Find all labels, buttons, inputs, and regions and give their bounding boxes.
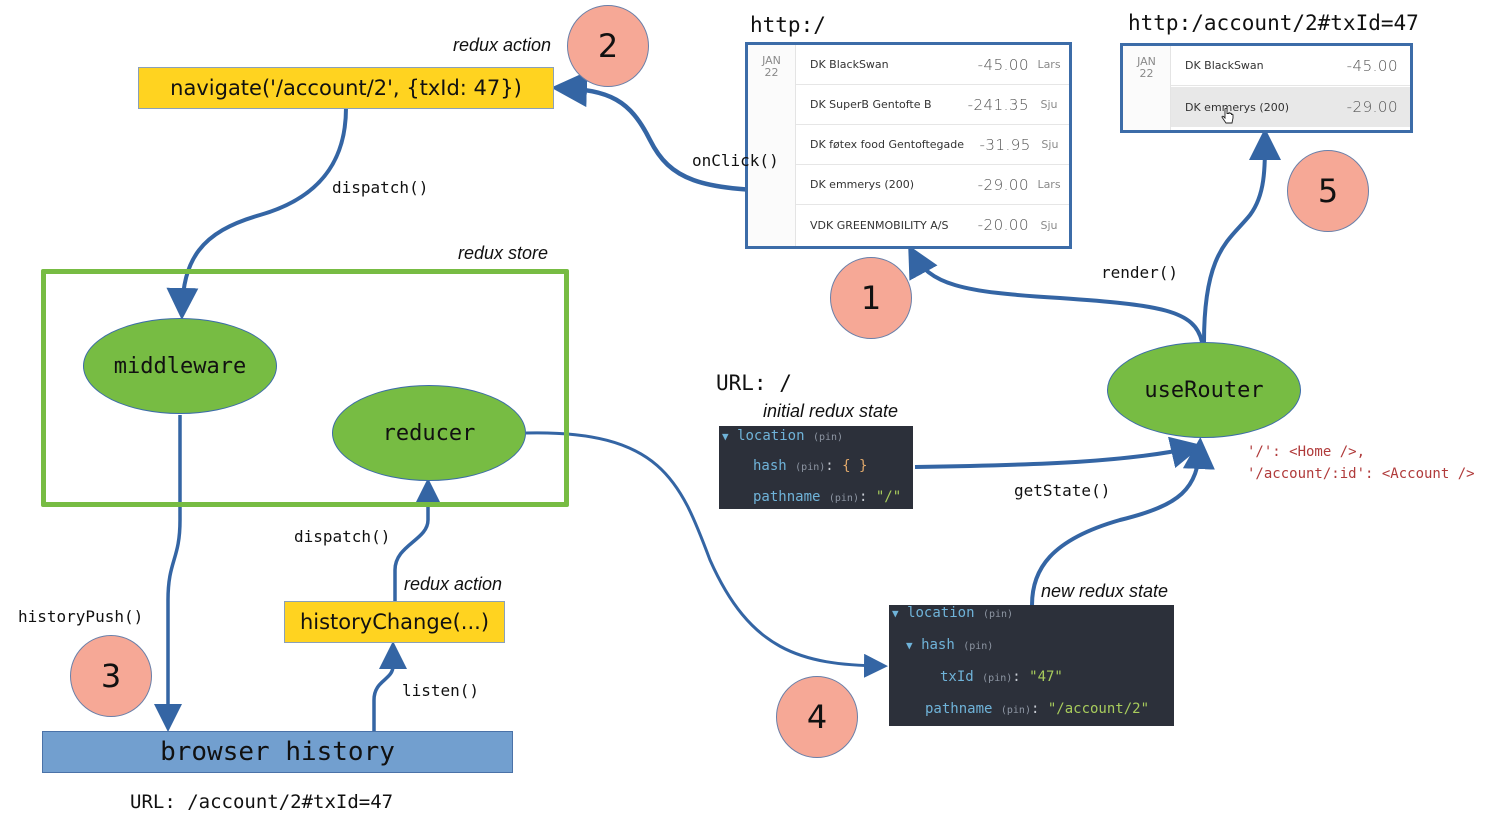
transaction-row[interactable]: DK føtex food Gentoftegade -31.95 Sju (796, 125, 1069, 165)
transaction-amount: -31.95 (979, 135, 1031, 154)
transaction-row[interactable]: DK BlackSwan -45.00 (1171, 46, 1410, 86)
step-badge-1: 1 (830, 257, 912, 339)
transaction-owner: Sju (1040, 98, 1058, 111)
transaction-row[interactable]: DK emmerys (200) -29.00 Lars (796, 165, 1069, 205)
transaction-amount: -29.00 (1346, 98, 1398, 116)
state-row-pathname: pathname (pin): "/" (753, 489, 902, 505)
new-state-block: ▼ location (pin) ▼ hash (pin) txId (pin)… (889, 605, 1174, 726)
transaction-amount: -45.00 (1346, 56, 1398, 75)
history-push-label: historyPush() (18, 607, 144, 626)
arrow-initial-state-to-router (914, 436, 1203, 469)
transaction-row-selected[interactable]: DK emmerys (200) -29.00 (1171, 87, 1410, 127)
transaction-name: DK emmerys (200) (810, 178, 914, 191)
state-row-location[interactable]: ▼ location (pin) (892, 605, 1013, 621)
browser-history-label: browser history (160, 737, 395, 767)
step-badge-3: 3 (70, 635, 152, 717)
expand-triangle-icon[interactable]: ▼ (722, 430, 729, 443)
transaction-name: DK SuperB Gentofte B (810, 98, 932, 111)
reducer-label: reducer (382, 420, 476, 446)
get-state-label: getState() (1014, 481, 1111, 500)
state-row-hash: hash (pin): { } (753, 458, 868, 474)
initial-url: URL: / (716, 371, 792, 395)
transaction-amount: -45.00 (977, 55, 1029, 74)
render-label: render() (1101, 263, 1179, 282)
transaction-amount: -20.00 (977, 216, 1029, 234)
state-row-pathname: pathname (pin): "/account/2" (925, 701, 1150, 717)
onclick-label: onClick() (692, 151, 779, 170)
state-row-hash[interactable]: ▼ hash (pin) (906, 637, 993, 653)
transaction-name: VDK GREENMOBILITY A/S (810, 218, 949, 232)
navigate-action-box: navigate('/account/2', {txId: 47}) (138, 67, 554, 109)
step-badge-4: 4 (776, 676, 858, 758)
transaction-name: DK BlackSwan (810, 58, 889, 71)
expand-triangle-icon[interactable]: ▼ (906, 639, 913, 652)
arrow-render-to-screen-after (1202, 128, 1281, 343)
transaction-row[interactable]: DK BlackSwan -45.00 Lars (796, 45, 1069, 85)
date-column: JAN 22 (1123, 46, 1171, 130)
listen-label: listen() (402, 681, 480, 700)
date-day: 22 (1139, 67, 1154, 80)
route-account: '/account/:id': <Account /> (1247, 466, 1475, 482)
screen-after-url: http:/account/2#txId=47 (1128, 11, 1419, 35)
step-badge-5: 5 (1287, 150, 1369, 232)
initial-state-block: ▼ location (pin) hash (pin): { } pathnam… (719, 426, 913, 509)
arrow-listen (372, 641, 407, 731)
transaction-name: DK BlackSwan (1185, 59, 1264, 72)
transaction-row[interactable]: VDK GREENMOBILITY A/S -20.00 Sju (796, 205, 1069, 245)
navigate-action-caption: redux action (453, 35, 552, 55)
use-router-label: useRouter (1144, 377, 1264, 403)
transaction-name: DK føtex food Gentoftegade (810, 138, 965, 151)
state-row-location[interactable]: ▼ location (pin) (722, 428, 843, 444)
dispatch-top-label: dispatch() (332, 178, 429, 197)
hand-cursor-icon (1221, 108, 1234, 124)
new-state-caption: new redux state (1041, 581, 1169, 601)
transaction-owner: Sju (1040, 218, 1058, 232)
date-column: JAN 22 (748, 45, 796, 246)
dispatch-bottom-label: dispatch() (294, 527, 391, 546)
history-change-caption: redux action (404, 574, 503, 594)
transaction-amount: -241.35 (967, 95, 1029, 114)
initial-state-caption: initial redux state (763, 401, 899, 421)
navigate-action-label: navigate('/account/2', {txId: 47}) (170, 76, 522, 100)
transaction-owner: Lars (1037, 58, 1061, 71)
history-url: URL: /account/2#txId=47 (130, 791, 394, 813)
history-change-label: historyChange(...) (299, 610, 490, 634)
screen-before-panel: JAN 22 DK BlackSwan -45.00 Lars DK Super… (745, 42, 1072, 249)
state-row-txid: txId (pin): "47" (940, 669, 1063, 685)
history-change-action-box: historyChange(...) (284, 601, 505, 643)
transaction-name: DK emmerys (200) (1185, 100, 1289, 114)
browser-history-bar: browser history (42, 731, 513, 773)
route-home: '/': <Home />, (1247, 444, 1366, 460)
screen-before-url: http:/ (750, 13, 826, 37)
use-router-node: useRouter (1107, 342, 1301, 438)
middleware-label: middleware (113, 353, 247, 379)
step-badge-2: 2 (567, 5, 649, 87)
middleware-node: middleware (83, 318, 277, 414)
redux-store-caption: redux store (458, 243, 549, 263)
date-day: 22 (764, 66, 779, 79)
transaction-amount: -29.00 (977, 175, 1029, 194)
screen-after-panel: JAN 22 DK BlackSwan -45.00 DK emmerys (2… (1120, 43, 1413, 133)
transaction-row[interactable]: DK SuperB Gentofte B -241.35 Sju (796, 85, 1069, 125)
transaction-owner: Sju (1041, 138, 1059, 151)
reducer-node: reducer (332, 385, 526, 481)
route-map: '/': <Home />, '/account/:id': <Account /… (1247, 441, 1475, 485)
expand-triangle-icon[interactable]: ▼ (892, 607, 899, 620)
transaction-owner: Lars (1037, 178, 1061, 191)
